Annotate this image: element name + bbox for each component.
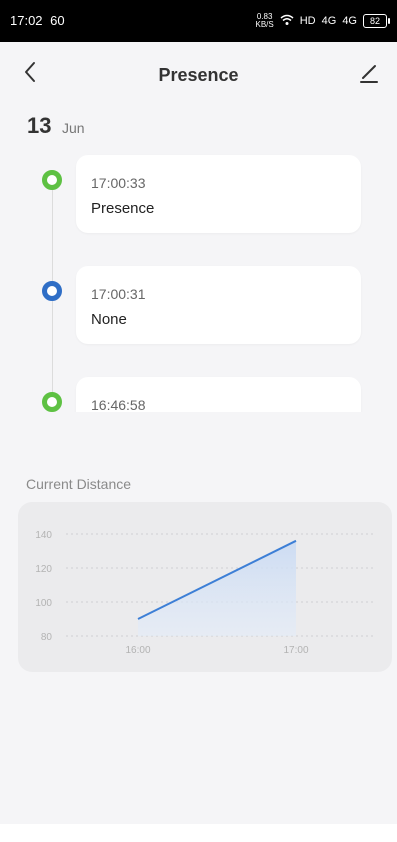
speed-unit: KB/S: [255, 20, 274, 29]
date-heading: 13 Jun: [27, 113, 85, 139]
event-state: None: [91, 311, 127, 328]
page-title: Presence: [158, 65, 239, 85]
timeline-event: 16:46:58: [0, 372, 397, 412]
pencil-icon: [360, 65, 378, 83]
wifi-icon: [280, 14, 294, 29]
status-time: 17:02: [10, 13, 43, 28]
status-left: 17:02 60: [10, 13, 69, 28]
y-tick-label: 120: [35, 564, 52, 575]
series-area: [138, 540, 296, 636]
event-card[interactable]: 17:00:31 None: [76, 266, 361, 344]
status-indicators: 60: [50, 13, 65, 28]
presence-screen: 17:02 60 0.83 KB/S HD 4G 4G 82 Presence: [0, 0, 397, 842]
distance-chart: 80 100 120 140 16:00 17:00: [35, 530, 374, 656]
bottom-bar: [0, 824, 397, 842]
event-card[interactable]: 17:00:33 Presence: [76, 155, 361, 233]
x-tick-label: 17:00: [283, 645, 308, 656]
date-month: Jun: [61, 120, 85, 136]
event-time: 17:00:31: [91, 286, 146, 302]
event-time: 17:00:33: [91, 175, 146, 191]
signal-1: 4G: [321, 15, 337, 27]
status-dot-icon: [42, 392, 62, 412]
app-header: Presence: [0, 42, 397, 102]
event-state: Presence: [91, 200, 155, 217]
network-speed: 0.83 KB/S: [256, 13, 274, 29]
y-tick-label: 80: [41, 632, 53, 643]
date-day: 13: [27, 113, 52, 138]
timeline-event: 17:00:33 Presence: [0, 150, 397, 233]
event-time: 16:46:58: [91, 397, 146, 412]
chart-title: Current Distance: [26, 476, 132, 492]
x-tick-label: 16:00: [125, 645, 150, 656]
battery-icon: 82: [363, 14, 390, 28]
timeline-event: 17:00:31 None: [0, 261, 397, 344]
event-card[interactable]: 16:46:58: [76, 377, 361, 412]
signal-2: 4G: [342, 15, 357, 27]
edit-button[interactable]: [351, 54, 387, 90]
status-bar: 17:02 60 0.83 KB/S HD 4G 4G 82: [0, 0, 397, 42]
distance-chart-card: 80 100 120 140 16:00 17:00: [18, 502, 392, 672]
event-timeline: 17:00:33 Presence 17:00:31 None 16:46:58: [0, 150, 397, 412]
status-dot-icon: [42, 170, 62, 190]
y-tick-label: 140: [35, 530, 52, 541]
y-tick-label: 100: [35, 598, 52, 609]
network-type: HD: [299, 15, 316, 27]
status-right: 0.83 KB/S HD 4G 4G 82: [256, 13, 390, 29]
status-dot-icon: [42, 281, 62, 301]
